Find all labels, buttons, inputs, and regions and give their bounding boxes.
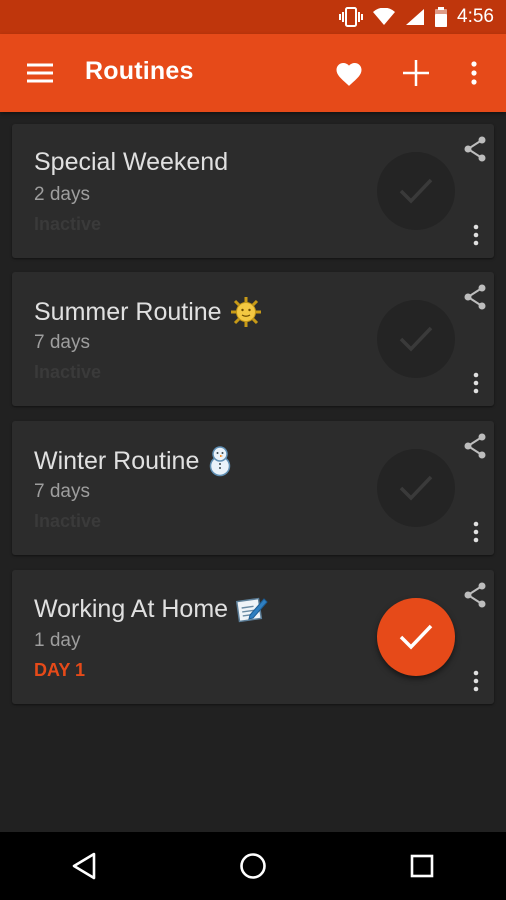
menu-icon[interactable] [22,59,58,87]
back-icon[interactable] [54,836,114,896]
checkmark-icon [399,178,433,204]
activate-routine-button[interactable] [377,598,455,676]
routine-name: Summer Routine [34,296,262,328]
routine-name: Working At Home [34,594,268,624]
status-time: 4:56 [457,6,494,27]
activate-routine-button[interactable] [377,300,455,378]
wifi-icon [373,8,396,26]
overflow-menu-icon[interactable] [460,56,488,90]
routine-duration: 2 days [34,184,90,205]
routine-name: Special Weekend [34,148,229,176]
routine-status: Inactive [34,511,102,531]
share-icon[interactable] [462,582,488,608]
share-icon[interactable] [462,284,488,310]
routine-card[interactable]: Special Weekend 2 days Inactive [12,124,494,258]
routine-card[interactable]: Winter Routine 7 days Inactive [12,421,494,555]
checkmark-icon [399,326,433,352]
system-nav-bar [0,832,506,900]
sun-face-icon [230,296,262,328]
routine-duration: 7 days [34,332,90,353]
signal-icon [405,8,425,26]
favorite-heart-icon[interactable] [331,56,367,90]
share-icon[interactable] [462,136,488,162]
card-overflow-icon[interactable] [468,222,484,248]
card-overflow-icon[interactable] [468,519,484,545]
share-icon[interactable] [462,433,488,459]
recents-icon[interactable] [392,836,452,896]
memo-icon [236,594,268,624]
activate-routine-button[interactable] [377,449,455,527]
vibrate-icon [339,7,364,27]
checkmark-icon [399,475,433,501]
card-overflow-icon[interactable] [468,668,484,694]
routine-list: Special Weekend 2 days Inactive Summer R… [0,112,506,832]
home-icon[interactable] [223,836,283,896]
snowman-icon [207,445,233,477]
page-title: Routines [85,57,194,85]
routine-duration: 1 day [34,630,81,651]
routine-status: Inactive [34,214,102,234]
app-toolbar: Routines [0,34,506,112]
routine-status: DAY 1 [34,660,86,680]
routine-name: Winter Routine [34,445,233,477]
status-bar: 4:56 [0,0,506,34]
battery-icon [435,7,448,27]
routine-card[interactable]: Working At Home 1 day DAY 1 [12,570,494,704]
routine-duration: 7 days [34,481,90,502]
card-overflow-icon[interactable] [468,370,484,396]
add-icon[interactable] [398,56,434,90]
routine-card[interactable]: Summer Routine 7 days Inactive [12,272,494,406]
checkmark-icon [399,624,433,650]
activate-routine-button[interactable] [377,152,455,230]
routine-status: Inactive [34,362,102,382]
